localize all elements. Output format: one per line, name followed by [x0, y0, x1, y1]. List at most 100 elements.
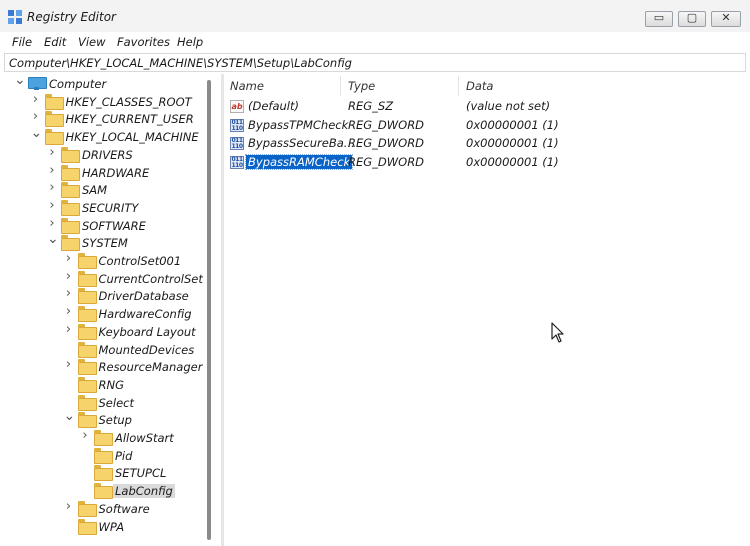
chevron-right-icon[interactable]: › — [64, 251, 74, 266]
folder-icon — [94, 430, 113, 446]
tree-item-label: LabConfig — [113, 484, 175, 499]
tree-item-label: Keyboard Layout — [98, 324, 196, 339]
folder-icon — [77, 500, 97, 517]
tree-item-label: MountedDevices — [98, 342, 195, 357]
maximize-button[interactable]: ▢ — [678, 11, 706, 27]
address-bar[interactable]: Computer\HKEY_LOCAL_MACHINE\SYSTEM\Setup… — [4, 53, 746, 72]
chevron-right-icon[interactable]: › — [47, 216, 57, 231]
value-data: (value not set) — [466, 99, 551, 113]
folder-icon — [77, 394, 97, 411]
chevron-down-icon[interactable]: ⌄ — [14, 74, 26, 88]
column-divider[interactable] — [340, 76, 341, 96]
folder-icon — [94, 483, 113, 500]
folder-icon — [61, 235, 80, 252]
binary-value-icon: 011 110 — [230, 137, 244, 150]
folder-icon — [77, 359, 97, 376]
minimize-icon: ▭ — [653, 11, 665, 24]
value-name: BypassTPMCheck — [248, 117, 349, 132]
tree-item-label: HKEY_CURRENT_USER — [65, 112, 194, 127]
chevron-right-icon[interactable]: › — [80, 428, 90, 443]
menu-help[interactable]: Help — [177, 35, 203, 49]
tree-item-label: CurrentControlSet — [98, 271, 203, 286]
column-header-name[interactable]: Name — [230, 79, 264, 93]
value-type: REG_SZ — [348, 99, 394, 113]
tree-item-label: RNG — [98, 377, 125, 392]
value-data: 0x00000001 (1) — [466, 136, 559, 150]
tree-item-label: SETUPCL — [115, 466, 167, 481]
chevron-right-icon[interactable]: › — [47, 180, 57, 195]
window-title: Registry Editor — [27, 10, 116, 24]
tree-scrollbar-thumb[interactable] — [207, 80, 211, 540]
column-header-data[interactable]: Data — [466, 79, 493, 93]
tree-item-label: Software — [98, 501, 150, 516]
chevron-right-icon[interactable]: › — [64, 499, 74, 514]
tree-item-label: SECURITY — [82, 200, 139, 215]
values-list[interactable]: Name Type Data ab (Default) REG_SZ (value n… — [224, 74, 748, 546]
registry-editor-icon — [8, 10, 22, 24]
menu-favorites[interactable]: Favorites — [117, 35, 170, 49]
tree-item-label: HardwareConfig — [98, 307, 192, 322]
tree-item-label: SYSTEM — [82, 236, 128, 251]
chevron-down-icon[interactable]: ⌄ — [31, 125, 43, 141]
tree-item-label: Setup — [98, 413, 132, 428]
folder-icon — [94, 465, 113, 482]
chevron-right-icon[interactable]: › — [47, 163, 57, 178]
tree-item-label: Computer — [49, 77, 107, 91]
folder-icon — [77, 323, 97, 340]
tree-item-label: HKEY_CLASSES_ROOT — [65, 94, 192, 109]
tree-item-label: HKEY_LOCAL_MACHINE — [65, 130, 199, 145]
tree-item-label: DRIVERS — [82, 147, 133, 162]
key-tree[interactable]: ⌄ Computer › HKEY_CLASSES_ROOT › HKEY_CURRENT… — [9, 74, 221, 546]
chevron-right-icon[interactable]: › — [64, 357, 74, 372]
binary-value-icon: 011 110 — [230, 118, 244, 132]
value-row[interactable]: 011 110 BypassTPMCheck REG_DWORD 0x00000001… — [224, 117, 748, 135]
menu-file[interactable]: File — [12, 35, 32, 49]
folder-icon — [77, 341, 97, 358]
mouse-cursor-icon — [551, 322, 564, 343]
folder-icon — [77, 376, 97, 393]
chevron-down-icon[interactable]: ⌄ — [64, 408, 76, 424]
value-data: 0x00000001 (1) — [466, 117, 559, 132]
folder-icon — [77, 270, 97, 287]
folder-icon — [61, 199, 80, 216]
chevron-right-icon[interactable]: › — [64, 269, 74, 284]
value-type: REG_DWORD — [348, 117, 425, 132]
value-row[interactable]: 011 110 BypassSecureBa... REG_DWORD 0x00000… — [224, 135, 748, 153]
tree-item-label: SOFTWARE — [82, 218, 146, 233]
chevron-right-icon[interactable]: › — [31, 92, 41, 107]
tree-item-label: ControlSet001 — [98, 254, 182, 268]
binary-value-icon: 011 110 — [230, 155, 244, 169]
column-divider[interactable] — [458, 76, 459, 96]
tree-item-label: AllowStart — [115, 431, 174, 445]
string-value-icon: ab — [230, 100, 244, 113]
chevron-right-icon[interactable]: › — [64, 304, 74, 319]
menu-edit[interactable]: Edit — [44, 35, 66, 49]
folder-icon — [77, 253, 97, 269]
menu-view[interactable]: View — [78, 35, 106, 49]
maximize-icon: ▢ — [686, 11, 698, 24]
folder-icon — [61, 164, 80, 181]
column-header-type[interactable]: Type — [348, 79, 375, 93]
value-row[interactable]: 011 110 BypassRAMCheck REG_DWORD 0x00000001… — [224, 153, 748, 172]
folder-icon — [44, 129, 64, 146]
chevron-right-icon[interactable]: › — [31, 109, 41, 124]
chevron-down-icon[interactable]: ⌄ — [47, 231, 59, 247]
folder-icon — [44, 93, 64, 110]
value-row[interactable]: ab (Default) REG_SZ (value not set) — [224, 98, 748, 116]
tree-item-label: ResourceManager — [98, 360, 203, 375]
value-name: BypassRAMCheck — [244, 153, 354, 170]
folder-icon — [61, 146, 80, 163]
chevron-right-icon[interactable]: › — [64, 286, 74, 301]
folder-icon — [77, 412, 97, 429]
chevron-right-icon[interactable]: › — [64, 322, 74, 337]
tree-scrollbar[interactable] — [205, 74, 213, 546]
menu-bar: File Edit View Favorites Help — [0, 32, 750, 52]
folder-icon — [77, 306, 97, 323]
tree-item-label: HARDWARE — [82, 165, 150, 180]
chevron-right-icon[interactable]: › — [47, 198, 57, 213]
tree-item-label: Pid — [115, 448, 133, 463]
chevron-right-icon[interactable]: › — [47, 145, 57, 160]
minimize-button[interactable]: ▭ — [645, 11, 673, 27]
close-button[interactable]: ✕ — [711, 11, 741, 27]
folder-icon — [44, 111, 64, 128]
